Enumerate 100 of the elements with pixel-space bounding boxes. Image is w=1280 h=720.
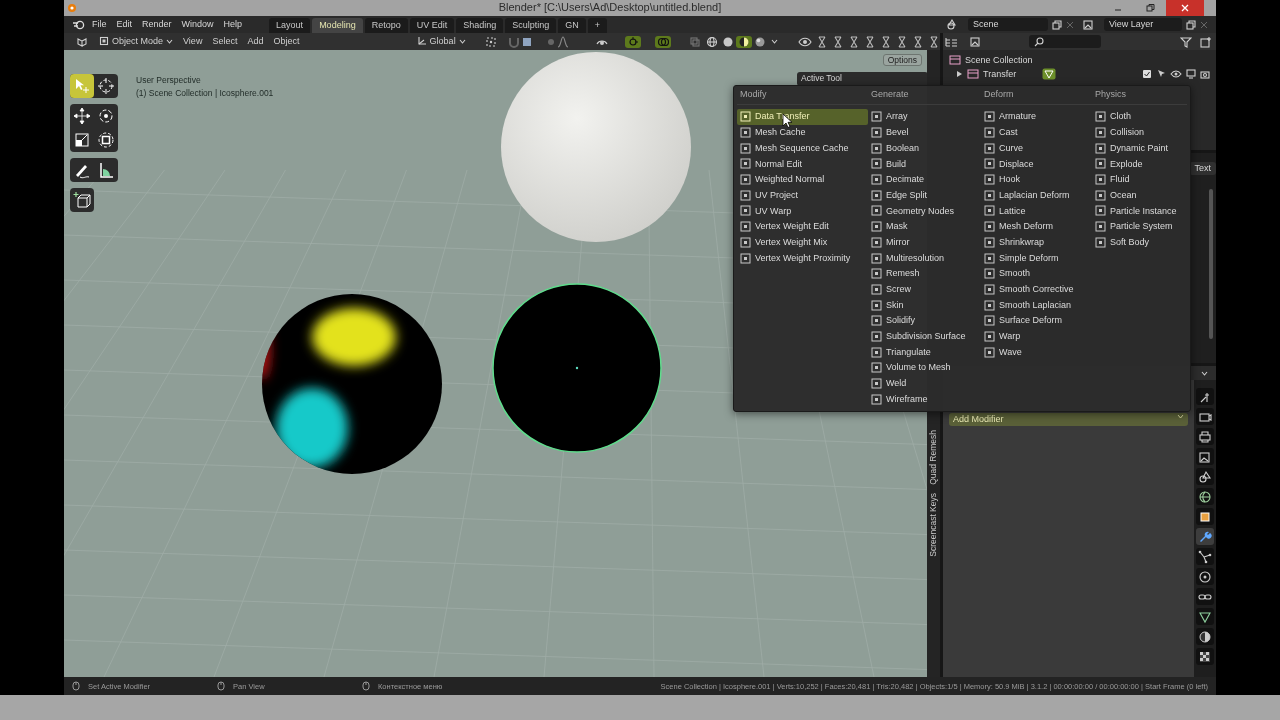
add-modifier-dropdown[interactable]: Add Modifier bbox=[949, 413, 1188, 426]
menu-item[interactable]: Vertex Weight Edit bbox=[737, 218, 868, 235]
menu-item[interactable]: Simple Deform bbox=[981, 250, 1092, 266]
properties-tab[interactable] bbox=[1196, 488, 1214, 505]
menu-item[interactable]: Normal Edit bbox=[737, 156, 868, 172]
menu-item[interactable]: Edge Split bbox=[868, 187, 981, 204]
toggle-button[interactable] bbox=[625, 35, 641, 48]
menu-item[interactable]: Smooth bbox=[981, 265, 1092, 282]
scrollbar[interactable] bbox=[1209, 189, 1213, 339]
copy-icon[interactable] bbox=[1186, 19, 1196, 30]
workspace-tab[interactable]: Modeling bbox=[312, 18, 363, 33]
properties-tab[interactable] bbox=[1196, 568, 1214, 585]
eye-icon[interactable] bbox=[1170, 69, 1182, 79]
new-collection-icon[interactable] bbox=[1200, 35, 1212, 48]
menu-item[interactable]: Displace bbox=[981, 156, 1092, 172]
sidebar-tab[interactable]: Screencast Keys bbox=[928, 492, 939, 557]
menu-item[interactable]: Particle System bbox=[1092, 218, 1187, 235]
workspace-tab[interactable]: GN bbox=[558, 18, 586, 33]
hourglass-icon[interactable] bbox=[848, 35, 860, 48]
workspace-tab[interactable]: UV Edit bbox=[409, 18, 455, 33]
menu-item[interactable]: Decimate bbox=[868, 171, 981, 188]
scene-field[interactable]: Scene bbox=[968, 18, 1048, 31]
shading-button[interactable] bbox=[704, 35, 720, 48]
menu-item[interactable]: Window bbox=[176, 19, 219, 30]
menu-item[interactable]: Fluid bbox=[1092, 171, 1187, 188]
add-workspace-button[interactable]: + bbox=[587, 18, 608, 33]
menu-item[interactable]: Lattice bbox=[981, 203, 1092, 219]
menu-item[interactable]: Render bbox=[137, 19, 177, 30]
hourglass-icon[interactable] bbox=[912, 35, 924, 48]
properties-tab[interactable] bbox=[1196, 428, 1214, 445]
menu-item[interactable]: Mesh Cache bbox=[737, 124, 868, 141]
workspace-tab[interactable]: Layout bbox=[269, 18, 311, 33]
tree-label[interactable]: Scene Collection bbox=[965, 54, 1033, 66]
menu-item[interactable]: Collision bbox=[1092, 124, 1187, 141]
menu-item[interactable]: Soft Body bbox=[1092, 234, 1187, 251]
workspace-tab[interactable]: Shading bbox=[456, 18, 504, 33]
menu-item[interactable]: Smooth Corrective bbox=[981, 281, 1092, 298]
menu-item[interactable]: Armature bbox=[981, 109, 1092, 125]
properties-tab[interactable] bbox=[1196, 388, 1214, 405]
falloff-curve-icon[interactable] bbox=[556, 35, 569, 48]
menu-item[interactable]: View bbox=[178, 36, 208, 47]
collapsed-triangle-icon[interactable] bbox=[955, 70, 963, 78]
workspace-tab[interactable]: Sculpting bbox=[505, 18, 557, 33]
menu-item[interactable]: Weld bbox=[868, 375, 981, 392]
hourglass-icon[interactable] bbox=[896, 35, 908, 48]
menu-item[interactable]: Explode bbox=[1092, 156, 1187, 172]
camera-icon[interactable] bbox=[1200, 69, 1210, 79]
menu-item[interactable]: Wireframe bbox=[868, 391, 981, 408]
menu-item[interactable]: Hook bbox=[981, 171, 1092, 188]
menu-item[interactable]: Ocean bbox=[1092, 187, 1187, 204]
properties-tab[interactable] bbox=[1196, 648, 1214, 665]
close-icon[interactable] bbox=[1200, 20, 1208, 29]
active-tool-panel[interactable]: Active Tool bbox=[797, 72, 928, 86]
sidebar-tab[interactable]: Quad Remesh bbox=[928, 430, 939, 485]
hourglass-icon[interactable] bbox=[816, 35, 828, 48]
view-layer-field[interactable]: View Layer bbox=[1104, 18, 1182, 31]
properties-tab[interactable] bbox=[1196, 608, 1214, 625]
properties-tab[interactable] bbox=[1196, 628, 1214, 645]
pointer-icon[interactable] bbox=[1156, 69, 1166, 79]
menu-item[interactable]: Solidify bbox=[868, 312, 981, 329]
menu-item[interactable]: Boolean bbox=[868, 140, 981, 157]
hourglass-icon[interactable] bbox=[928, 35, 940, 48]
menu-item[interactable]: File bbox=[87, 19, 112, 30]
menu-item[interactable]: Vertex Weight Proximity bbox=[737, 250, 868, 266]
menu-item[interactable]: Weighted Normal bbox=[737, 171, 868, 188]
properties-tab[interactable] bbox=[1196, 528, 1214, 545]
menu-item[interactable]: Cloth bbox=[1092, 109, 1187, 125]
menu-item[interactable]: Subdivision Surface bbox=[868, 328, 981, 345]
caret-icon[interactable] bbox=[1201, 370, 1208, 376]
menu-item[interactable]: Mesh Deform bbox=[981, 218, 1092, 235]
eye-icon[interactable] bbox=[798, 35, 812, 48]
tree-label[interactable]: Transfer bbox=[983, 68, 1017, 80]
menu-item[interactable]: Mirror bbox=[868, 234, 981, 251]
menu-item[interactable]: Geometry Nodes bbox=[868, 203, 981, 219]
menu-item[interactable]: Add bbox=[242, 36, 269, 47]
menu-item[interactable]: Edit bbox=[111, 19, 138, 30]
properties-tab[interactable] bbox=[1196, 588, 1214, 605]
menu-item[interactable]: Array bbox=[868, 109, 981, 125]
menu-item[interactable]: Data Transfer bbox=[737, 109, 868, 125]
hourglass-icon[interactable] bbox=[864, 35, 876, 48]
menu-item[interactable]: Triangulate bbox=[868, 344, 981, 360]
menu-item[interactable]: Surface Deform bbox=[981, 312, 1092, 329]
menu-item[interactable]: Bevel bbox=[868, 124, 981, 141]
menu-item[interactable]: UV Warp bbox=[737, 203, 868, 219]
hourglass-icon[interactable] bbox=[880, 35, 892, 48]
menu-item[interactable]: Volume to Mesh bbox=[868, 360, 981, 376]
square-icon[interactable] bbox=[520, 35, 533, 48]
menu-item[interactable]: Dynamic Paint bbox=[1092, 140, 1187, 157]
xray-icon[interactable] bbox=[689, 35, 701, 48]
menu-item[interactable]: Remesh bbox=[868, 265, 981, 282]
properties-tab[interactable] bbox=[1196, 448, 1214, 465]
search-field[interactable] bbox=[1029, 35, 1101, 48]
shading-button[interactable] bbox=[736, 35, 752, 48]
copy-icon[interactable] bbox=[1052, 19, 1062, 30]
menu-item[interactable]: Warp bbox=[981, 328, 1092, 345]
workspace-tab[interactable]: Retopo bbox=[364, 18, 408, 33]
menu-item[interactable]: Screw bbox=[868, 281, 981, 298]
menu-item[interactable]: Mask bbox=[868, 218, 981, 235]
menu-item[interactable]: Shrinkwrap bbox=[981, 234, 1092, 251]
text-datablock-field[interactable]: Text bbox=[1189, 161, 1216, 175]
